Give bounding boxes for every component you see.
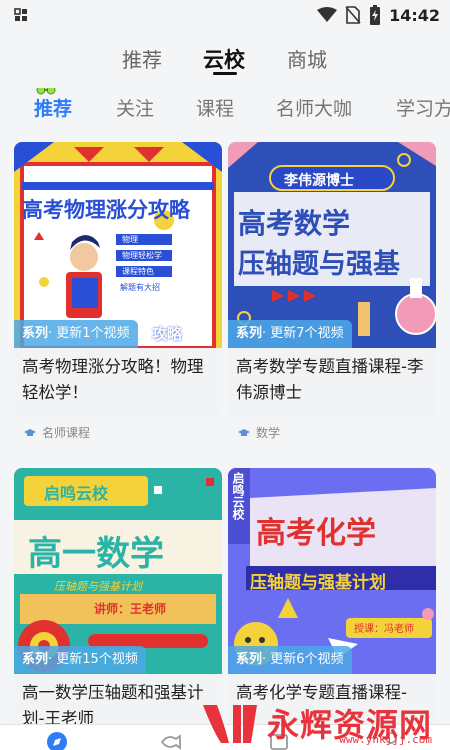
- card-title: 高考物理涨分攻略！物理轻松学！: [14, 348, 222, 418]
- thumb-badge: 启鸣云校: [44, 484, 109, 503]
- top-tab-recommend[interactable]: 推荐: [122, 44, 162, 73]
- thumb-teacher: 讲师：王老师: [94, 602, 167, 616]
- app-grid-icon: [14, 8, 27, 21]
- thumb-title: 高一数学: [28, 534, 164, 574]
- course-card[interactable]: 李伟源博士 高考数学 压轴题与强基 系列· 更新7个视频 高考数学专题直播课程-…: [228, 142, 436, 418]
- top-tabs: 推荐 云校 商城: [0, 40, 450, 80]
- card-meta: 名师课程: [24, 424, 90, 441]
- thumb-bullet: 物理: [122, 235, 138, 244]
- thumb-bullet: 解题有大招: [120, 283, 160, 292]
- series-tag: 系列· 更新15个视频: [14, 646, 146, 674]
- card-meta: 数学: [238, 424, 280, 441]
- card-title: 高考数学专题直播课程-李伟源博士: [228, 348, 436, 418]
- battery-charging-icon: [370, 5, 381, 25]
- thumb-bullet: 课程特色: [122, 267, 154, 276]
- sub-tab-recommend[interactable]: 推荐: [34, 94, 72, 121]
- sub-tab-follow[interactable]: 关注: [116, 94, 154, 121]
- watermark-url: www.yhkjjj.com: [339, 733, 432, 746]
- card-meta-label: 数学: [256, 426, 281, 440]
- glasses-badge-icon: [36, 88, 56, 95]
- card-meta-label: 名师课程: [42, 426, 91, 440]
- course-card[interactable]: 高考物理涨分攻略 物理 物理轻松学 课程特色 解题有大招 攻略 系列· 更新1个…: [14, 142, 222, 418]
- top-tab-cloud-school[interactable]: 云校: [203, 44, 245, 74]
- thumb-overlap-text: 攻略: [152, 325, 183, 343]
- course-thumbnail: 李伟源博士 高考数学 压轴题与强基 系列· 更新7个视频: [228, 142, 436, 348]
- course-thumbnail: 启鸣云校 高考化学 压轴题与强基计划 授课：冯老师 系列· 更新6个视频: [228, 468, 436, 674]
- series-tag: 系列· 更新7个视频: [228, 320, 352, 348]
- status-bar: 14:42: [0, 0, 450, 30]
- course-thumbnail: 启鸣云校 高一数学 压轴题与强基计划 讲师：王老师 系列· 更新15个视频: [14, 468, 222, 674]
- compass-icon[interactable]: [46, 731, 68, 750]
- thumb-subtitle: 压轴题与强基计划: [54, 580, 142, 593]
- graduation-cap-icon: [24, 428, 36, 436]
- thumb-title: 高考数学: [238, 207, 351, 240]
- top-tab-mall[interactable]: 商城: [287, 44, 327, 73]
- series-tag: 系列· 更新1个视频: [14, 320, 138, 348]
- thumb-badge: 启鸣云校: [231, 472, 245, 520]
- thumb-title: 压轴题与强基: [238, 249, 400, 280]
- sub-tab-famous-teachers[interactable]: 名师大咖: [276, 94, 352, 121]
- wifi-icon: [317, 7, 338, 22]
- watermark: 永辉资源网 www.yhkjjj.com: [199, 700, 432, 746]
- no-sim-icon: [345, 6, 361, 24]
- thumb-badge: 李伟源博士: [284, 173, 354, 189]
- sub-tabs: 推荐 关注 课程 名师大咖 学习方: [0, 88, 450, 128]
- fish-icon[interactable]: [160, 731, 182, 750]
- physics-thumbnail-art: [14, 142, 222, 348]
- thumb-title: 高考物理涨分攻略: [22, 198, 190, 222]
- thumb-subtitle: 压轴题与强基计划: [250, 573, 386, 593]
- sub-tab-study-methods[interactable]: 学习方: [396, 94, 450, 121]
- watermark-logo-icon: [202, 705, 257, 743]
- thumb-teacher: 授课：冯老师: [354, 624, 414, 635]
- series-tag: 系列· 更新6个视频: [228, 646, 352, 674]
- course-thumbnail: 高考物理涨分攻略 物理 物理轻松学 课程特色 解题有大招 攻略 系列· 更新1个…: [14, 142, 222, 348]
- thumb-title: 高考化学: [256, 516, 376, 551]
- thumb-bullet: 物理轻松学: [122, 251, 162, 260]
- sub-tab-courses[interactable]: 课程: [196, 94, 234, 121]
- graduation-cap-icon: [238, 428, 250, 436]
- top-tab-indicator: [213, 72, 237, 75]
- course-card[interactable]: 启鸣云校 高一数学 压轴题与强基计划 讲师：王老师 系列· 更新15个视频 高一…: [14, 468, 222, 744]
- status-time: 14:42: [389, 5, 440, 25]
